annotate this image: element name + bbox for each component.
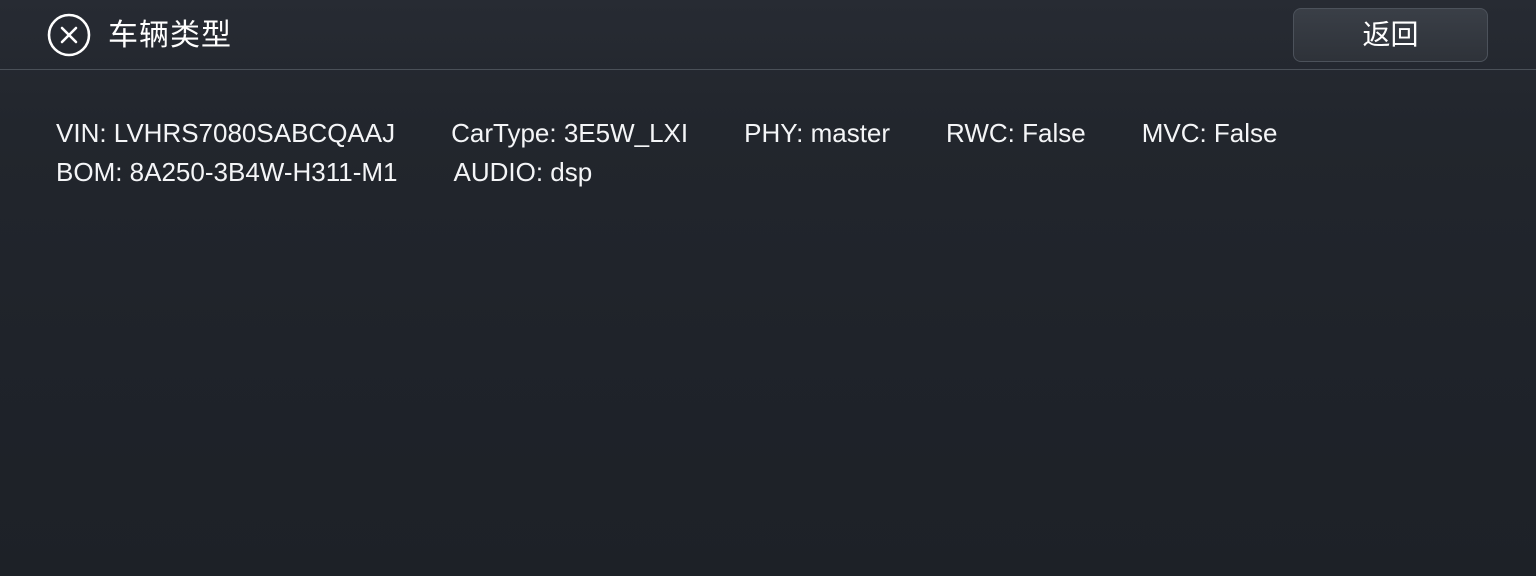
header-bar: 车辆类型 返回: [0, 0, 1536, 70]
close-circle-icon: [47, 13, 91, 57]
info-row-2: BOM: 8A250-3B4W-H311-M1 AUDIO: dsp: [56, 153, 1334, 192]
info-row-1: VIN: LVHRS7080SABCQAAJ CarType: 3E5W_LXI…: [56, 114, 1334, 153]
phy-text: PHY: master: [744, 118, 891, 148]
back-button[interactable]: 返回: [1293, 8, 1488, 62]
cartype-text: CarType: 3E5W_LXI: [451, 118, 689, 148]
mvc-text: MVC: False: [1141, 118, 1278, 148]
rwc-text: RWC: False: [946, 118, 1086, 148]
vehicle-info: VIN: LVHRS7080SABCQAAJ CarType: 3E5W_LXI…: [56, 114, 1334, 192]
vin-text: VIN: LVHRS7080SABCQAAJ: [56, 118, 396, 148]
close-button[interactable]: [47, 13, 91, 57]
bom-text: BOM: 8A250-3B4W-H311-M1: [56, 157, 398, 187]
audio-text: AUDIO: dsp: [453, 157, 593, 187]
page-title: 车辆类型: [108, 18, 232, 53]
